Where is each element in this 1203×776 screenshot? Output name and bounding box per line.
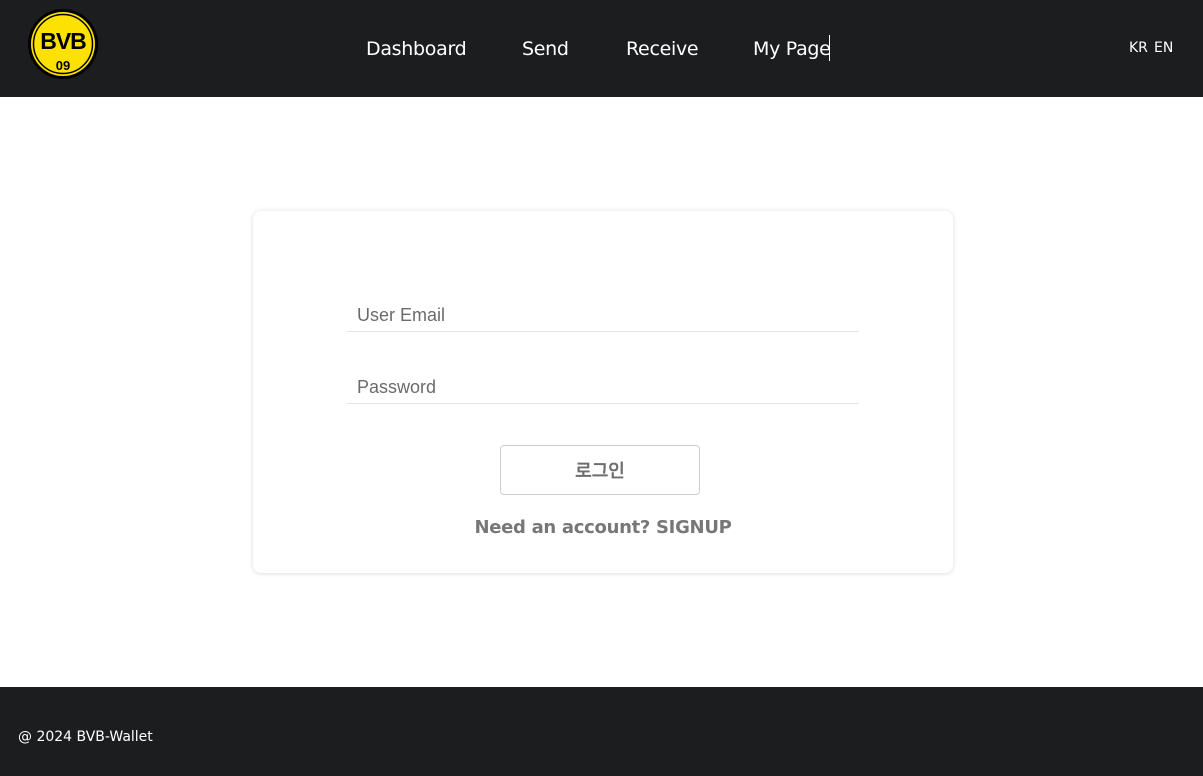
signup-link[interactable]: SIGNUP (656, 517, 732, 538)
nav-my-page[interactable]: My Page (753, 36, 831, 62)
text-cursor (829, 35, 830, 61)
password-field[interactable] (347, 372, 859, 404)
nav-dashboard[interactable]: Dashboard (366, 36, 467, 62)
bvb-logo-icon[interactable]: BVB 09 (27, 8, 99, 80)
email-field[interactable] (347, 300, 859, 332)
signup-prompt-text: Need an account? (474, 517, 651, 538)
copyright-text: @ 2024 BVB-Wallet (18, 729, 153, 745)
logo-text: BVB (40, 28, 86, 54)
top-navigation-bar: BVB 09 Dashboard Send Receive My Page KR… (0, 0, 1203, 97)
nav-send[interactable]: Send (522, 36, 569, 62)
language-en[interactable]: EN (1154, 39, 1173, 57)
nav-receive[interactable]: Receive (626, 36, 699, 62)
signup-prompt: Need an account? SIGNUP (253, 517, 953, 538)
language-kr[interactable]: KR (1129, 39, 1148, 57)
footer: @ 2024 BVB-Wallet (0, 687, 1203, 776)
logo-number: 09 (56, 58, 70, 73)
login-card: 로그인 Need an account? SIGNUP (253, 211, 953, 573)
login-button[interactable]: 로그인 (500, 445, 700, 495)
